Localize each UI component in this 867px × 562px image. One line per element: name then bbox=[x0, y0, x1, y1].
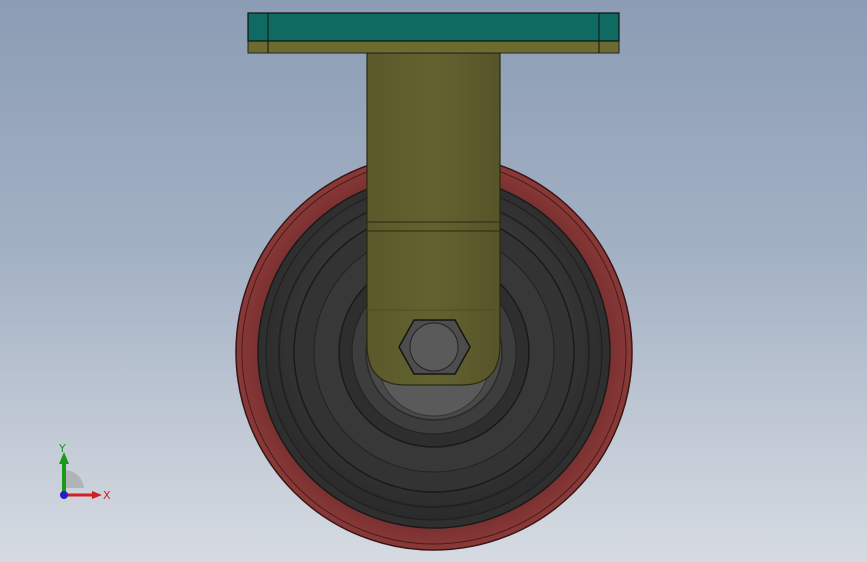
mount-plate-top bbox=[247, 12, 620, 42]
triad-x-arrow bbox=[92, 491, 102, 499]
mount-plate-lower bbox=[247, 40, 620, 54]
mount-plate[interactable] bbox=[247, 12, 620, 54]
fork[interactable] bbox=[366, 52, 501, 386]
caster-model[interactable] bbox=[0, 0, 867, 562]
orientation-triad[interactable]: Y X bbox=[48, 440, 118, 510]
axle-bolt bbox=[409, 322, 459, 372]
graphics-viewport[interactable]: Y X bbox=[0, 0, 867, 562]
triad-z-axis bbox=[60, 491, 68, 499]
triad-x-label: X bbox=[103, 489, 111, 502]
triad-plane bbox=[64, 469, 84, 488]
triad-y-label: Y bbox=[58, 442, 66, 455]
